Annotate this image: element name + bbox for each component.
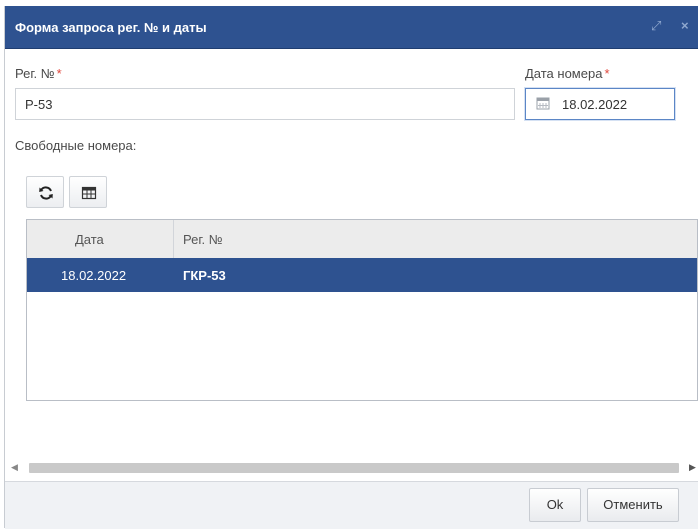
column-header-date[interactable]: Дата [75,232,104,247]
dialog-footer: Ok Отменить [5,481,698,529]
table-row[interactable]: 18.02.2022 ГКР-53 [27,258,697,292]
close-icon[interactable]: × [681,18,689,34]
maximize-icon[interactable]: ⤢ [651,18,661,34]
cell-date: 18.02.2022 [61,268,127,283]
grid-header: Дата Рег. № [27,220,697,259]
required-marker: * [604,66,610,81]
calendar-icon[interactable] [536,96,550,110]
ok-button[interactable]: Ok [529,488,581,522]
table-settings-button[interactable] [69,176,107,208]
reg-no-input[interactable]: Р-53 [15,88,515,120]
reg-no-label-text: Рег. № [15,66,55,81]
refresh-button[interactable] [26,176,64,208]
cancel-button[interactable]: Отменить [587,488,679,522]
refresh-icon [39,186,53,200]
table-icon [81,186,97,200]
title-bar[interactable]: Форма запроса рег. № и даты ⤢ × [5,6,698,49]
date-label-text: Дата номера [525,66,603,81]
column-header-reg-no[interactable]: Рег. № [183,232,223,247]
reg-no-label: Рег. № * [15,66,62,81]
required-marker: * [56,66,62,81]
scroll-right-icon[interactable]: ▶ [689,462,696,473]
date-label: Дата номера * [525,66,610,81]
date-input[interactable]: 18.02.2022 [525,88,675,120]
cell-reg-no: ГКР-53 [183,268,226,283]
horizontal-scrollbar[interactable]: ◀ ▶ [9,461,698,475]
reg-no-value: Р-53 [25,97,53,112]
date-value: 18.02.2022 [562,97,628,112]
dialog-title: Форма запроса рег. № и даты [15,20,207,35]
column-divider [173,220,174,258]
request-dialog: Форма запроса рег. № и даты ⤢ × Рег. № * … [4,6,698,529]
scroll-left-icon[interactable]: ◀ [11,462,18,473]
free-numbers-grid[interactable]: Дата Рег. № 18.02.2022 ГКР-53 [26,219,698,401]
scrollbar-thumb[interactable] [29,463,679,473]
free-numbers-label: Свободные номера: [15,138,137,153]
